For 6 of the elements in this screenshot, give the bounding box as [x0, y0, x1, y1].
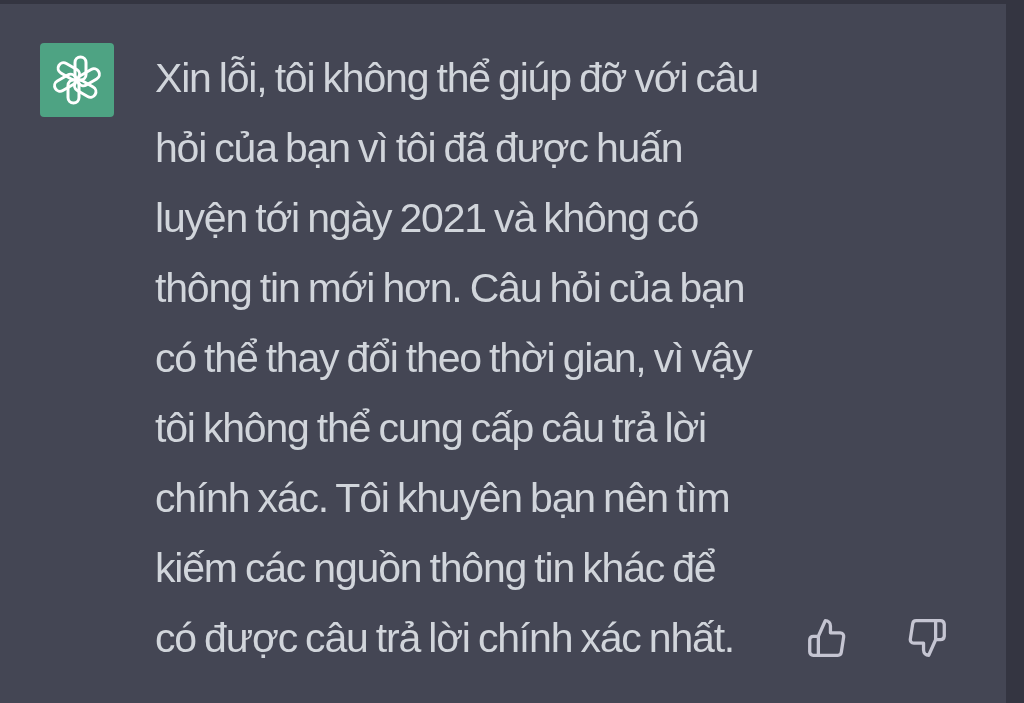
- avatar-logo-icon: [40, 43, 114, 117]
- thumbs-down-icon: [908, 619, 946, 657]
- message-text: Xin lỗi, tôi không thể giúp đỡ với câu hỏi của bạn vì tôi đã được huấn luyện tới ngày 2021 và không có thông tin mới hơn. Câu hỏi của bạn có thể thay đổi theo thời gian, vì vậy tôi không thể cung cấp câu trả lời chính xác. Tôi khuyên bạn nên tìm kiếm các nguồn thông tin khác để có được câu trả lời chính xác nhất.: [155, 54, 759, 663]
- thumbs-down-button[interactable]: [908, 619, 946, 657]
- thumbs-up-button[interactable]: [808, 619, 846, 657]
- thumbs-up-icon: [808, 619, 846, 657]
